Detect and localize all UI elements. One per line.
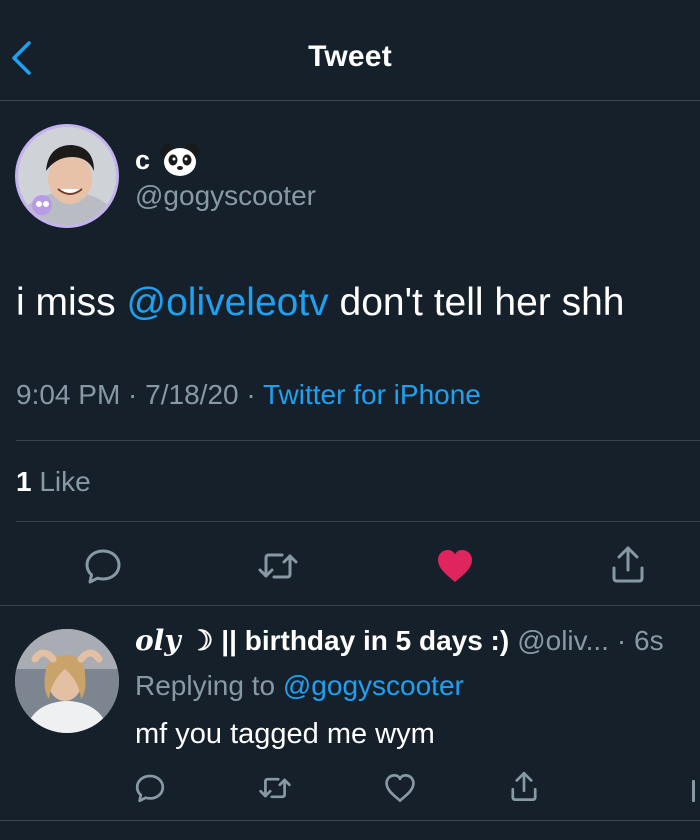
divider: [0, 820, 700, 821]
author-avatar[interactable]: [15, 124, 119, 228]
page-title: Tweet: [308, 40, 392, 73]
reply-header: oly ☽ || birthday in 5 days :) @oliv... …: [135, 624, 664, 657]
reply-name-symbol: ☽: [188, 625, 214, 656]
reply-like-button[interactable]: [376, 764, 424, 812]
retweet-button[interactable]: [250, 538, 306, 594]
reply-button[interactable]: [75, 538, 131, 594]
reply-display-name[interactable]: oly ☽ || birthday in 5 days :): [135, 624, 509, 657]
likes-label: Like: [31, 466, 91, 497]
tweet-source-link[interactable]: Twitter for iPhone: [263, 379, 481, 410]
tweet-text-before: i miss: [16, 281, 127, 324]
likes-count[interactable]: 1 Like: [16, 466, 91, 498]
replying-prefix: Replying to: [135, 670, 283, 701]
avatar-photo: [18, 127, 116, 225]
tweet-mention-link[interactable]: @oliveleotv: [127, 281, 329, 324]
share-icon: [612, 546, 644, 583]
meta-separator: ·: [120, 379, 146, 410]
divider: [0, 605, 700, 606]
heart-outline-icon: [385, 774, 415, 802]
replying-mention-link[interactable]: @gogyscooter: [283, 670, 464, 701]
display-name-text: c: [135, 144, 151, 175]
retweet-icon: [258, 553, 298, 579]
likes-number: 1: [16, 466, 32, 497]
analytics-icon[interactable]: [692, 780, 695, 802]
meta-separator: ·: [238, 379, 263, 410]
retweet-icon: [259, 777, 291, 799]
tweet-text-after: don't tell her shh: [328, 281, 625, 324]
tweet-meta: 9:04 PM · 7/18/20 · Twitter for iPhone: [16, 379, 481, 411]
avatar-photo: [15, 629, 119, 733]
divider: [16, 521, 700, 522]
reply-name-text: || birthday in 5 days :): [213, 625, 510, 656]
share-icon: [511, 771, 537, 801]
reply-retweet-button[interactable]: [251, 764, 299, 812]
heart-filled-icon: [438, 550, 472, 582]
comment-icon: [85, 549, 121, 584]
like-button[interactable]: [427, 538, 483, 594]
reply-text: mf you tagged me wym: [135, 718, 435, 750]
tweet-text: i miss @oliveleotv don't tell her shh: [16, 279, 624, 327]
tweet-time: 9:04 PM: [16, 379, 121, 410]
reply-time: · 6s: [616, 625, 664, 656]
reply-name-stylized: oly: [135, 624, 181, 657]
reply-avatar[interactable]: [15, 629, 119, 733]
author-display-name[interactable]: c: [135, 143, 200, 177]
comment-icon: [135, 774, 165, 803]
panda-icon: [161, 144, 200, 176]
divider: [16, 440, 700, 441]
replying-to: Replying to @gogyscooter: [135, 670, 464, 702]
reply-username[interactable]: @oliv...: [517, 625, 609, 657]
author-username[interactable]: @gogyscooter: [135, 180, 316, 212]
reply-reply-button[interactable]: [126, 764, 174, 812]
tweet-date: 7/18/20: [145, 379, 239, 410]
share-button[interactable]: [600, 536, 656, 592]
reply-share-button[interactable]: [500, 762, 548, 810]
